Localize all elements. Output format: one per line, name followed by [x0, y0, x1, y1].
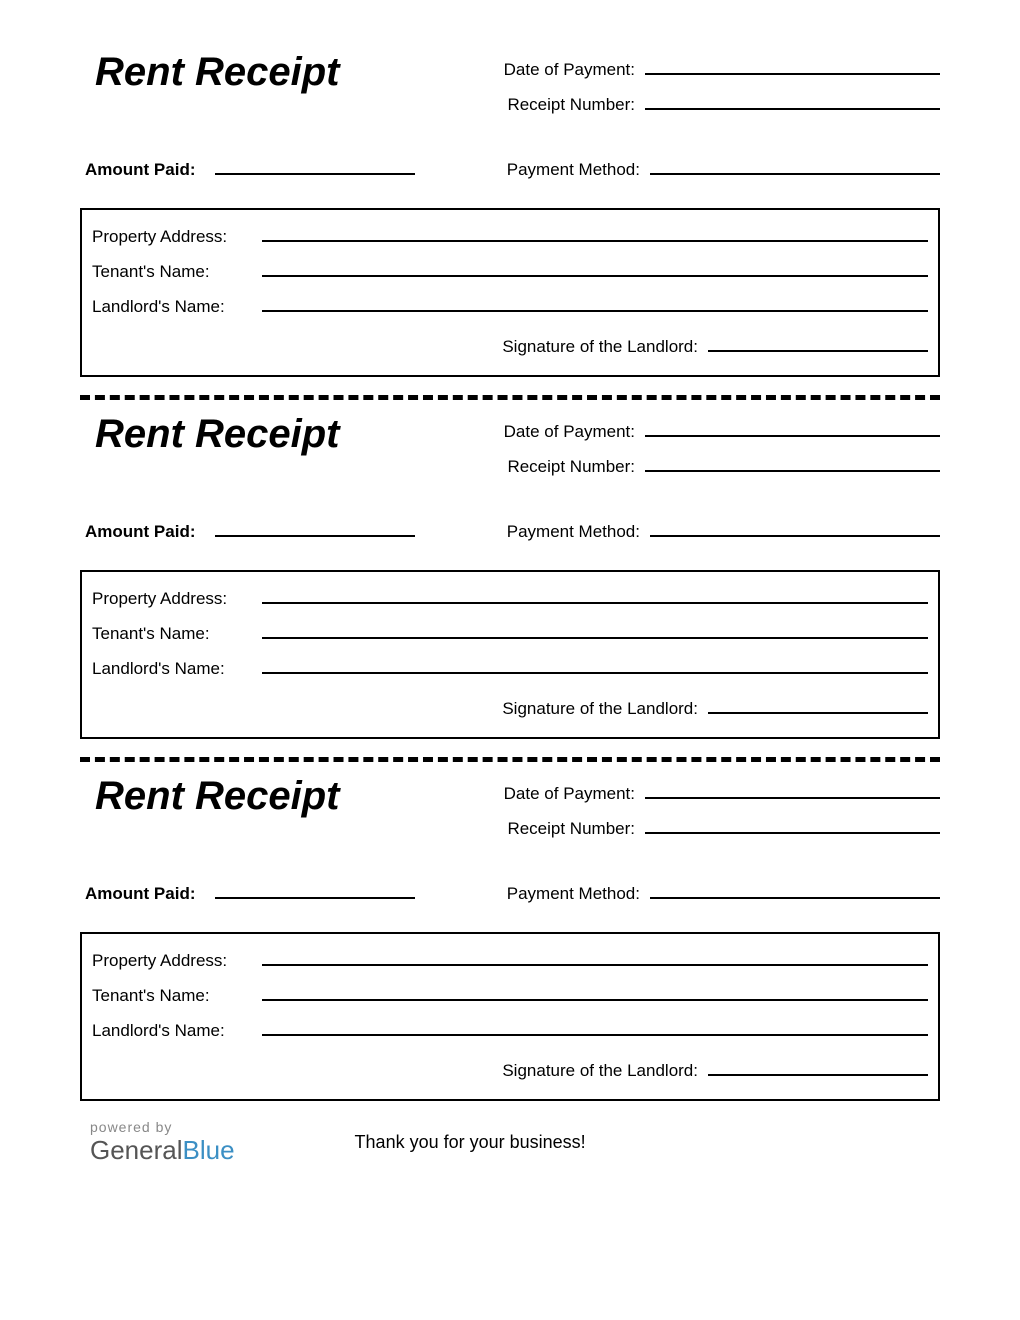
header-fields: Date of Payment: Receipt Number:: [460, 412, 940, 487]
tenant-input-line[interactable]: [262, 619, 928, 639]
property-row: Property Address:: [92, 584, 928, 609]
tenant-label: Tenant's Name:: [92, 986, 262, 1006]
receipt-title: Rent Receipt: [80, 412, 460, 457]
property-label: Property Address:: [92, 227, 262, 247]
thank-you-text: Thank you for your business!: [355, 1132, 586, 1153]
date-field-row: Date of Payment:: [460, 55, 940, 80]
landlord-input-line[interactable]: [262, 1016, 928, 1036]
number-field-row: Receipt Number:: [460, 452, 940, 477]
landlord-label: Landlord's Name:: [92, 1021, 262, 1041]
amount-label: Amount Paid:: [85, 160, 215, 180]
tenant-input-line[interactable]: [262, 981, 928, 1001]
payment-method-label: Payment Method:: [480, 522, 650, 542]
payment-method-input-line[interactable]: [650, 155, 940, 175]
payment-method-input-line[interactable]: [650, 879, 940, 899]
number-label: Receipt Number:: [460, 457, 645, 477]
date-input-line[interactable]: [645, 55, 940, 75]
property-label: Property Address:: [92, 589, 262, 609]
number-input-line[interactable]: [645, 452, 940, 472]
date-label: Date of Payment:: [460, 60, 645, 80]
landlord-row: Landlord's Name:: [92, 654, 928, 679]
signature-row: Signature of the Landlord:: [92, 694, 928, 719]
brand-general: General: [90, 1135, 183, 1165]
footer-logo: powered by GeneralBlue: [80, 1119, 235, 1166]
number-label: Receipt Number:: [460, 95, 645, 115]
date-input-line[interactable]: [645, 417, 940, 437]
header-fields: Date of Payment: Receipt Number:: [460, 774, 940, 849]
tenant-label: Tenant's Name:: [92, 624, 262, 644]
receipt-block-1: Rent Receipt Date of Payment: Receipt Nu…: [80, 50, 940, 400]
landlord-label: Landlord's Name:: [92, 659, 262, 679]
signature-input-line[interactable]: [708, 1056, 928, 1076]
date-input-line[interactable]: [645, 779, 940, 799]
number-input-line[interactable]: [645, 814, 940, 834]
landlord-label: Landlord's Name:: [92, 297, 262, 317]
details-box: Property Address: Tenant's Name: Landlor…: [80, 570, 940, 739]
property-label: Property Address:: [92, 951, 262, 971]
date-field-row: Date of Payment:: [460, 417, 940, 442]
property-row: Property Address:: [92, 222, 928, 247]
amount-input-line[interactable]: [215, 155, 415, 175]
header-row: Rent Receipt Date of Payment: Receipt Nu…: [80, 50, 940, 125]
header-fields: Date of Payment: Receipt Number:: [460, 50, 940, 125]
amount-label: Amount Paid:: [85, 522, 215, 542]
payment-method-input-line[interactable]: [650, 517, 940, 537]
date-label: Date of Payment:: [460, 422, 645, 442]
number-field-row: Receipt Number:: [460, 90, 940, 115]
brand-name: GeneralBlue: [90, 1135, 235, 1166]
tenant-label: Tenant's Name:: [92, 262, 262, 282]
tenant-row: Tenant's Name:: [92, 619, 928, 644]
amount-input-line[interactable]: [215, 517, 415, 537]
landlord-input-line[interactable]: [262, 292, 928, 312]
powered-by-text: powered by: [90, 1119, 235, 1135]
number-label: Receipt Number:: [460, 819, 645, 839]
signature-label: Signature of the Landlord:: [502, 337, 708, 357]
header-row: Rent Receipt Date of Payment: Receipt Nu…: [80, 412, 940, 487]
tenant-row: Tenant's Name:: [92, 981, 928, 1006]
landlord-row: Landlord's Name:: [92, 292, 928, 317]
signature-input-line[interactable]: [708, 694, 928, 714]
amount-label: Amount Paid:: [85, 884, 215, 904]
brand-blue: Blue: [183, 1135, 235, 1165]
details-box: Property Address: Tenant's Name: Landlor…: [80, 208, 940, 377]
date-field-row: Date of Payment:: [460, 779, 940, 804]
divider-line: [80, 395, 940, 400]
signature-input-line[interactable]: [708, 332, 928, 352]
receipt-title: Rent Receipt: [80, 50, 460, 95]
signature-row: Signature of the Landlord:: [92, 1056, 928, 1081]
amount-row: Amount Paid: Payment Method:: [80, 517, 940, 542]
footer: powered by GeneralBlue Thank you for you…: [80, 1119, 940, 1166]
amount-input-line[interactable]: [215, 879, 415, 899]
tenant-input-line[interactable]: [262, 257, 928, 277]
amount-row: Amount Paid: Payment Method:: [80, 155, 940, 180]
date-label: Date of Payment:: [460, 784, 645, 804]
header-row: Rent Receipt Date of Payment: Receipt Nu…: [80, 774, 940, 849]
details-box: Property Address: Tenant's Name: Landlor…: [80, 932, 940, 1101]
divider-line: [80, 757, 940, 762]
property-input-line[interactable]: [262, 946, 928, 966]
receipt-block-3: Rent Receipt Date of Payment: Receipt Nu…: [80, 774, 940, 1101]
payment-method-label: Payment Method:: [480, 160, 650, 180]
property-input-line[interactable]: [262, 584, 928, 604]
receipt-block-2: Rent Receipt Date of Payment: Receipt Nu…: [80, 412, 940, 762]
number-field-row: Receipt Number:: [460, 814, 940, 839]
signature-label: Signature of the Landlord:: [502, 699, 708, 719]
landlord-input-line[interactable]: [262, 654, 928, 674]
number-input-line[interactable]: [645, 90, 940, 110]
landlord-row: Landlord's Name:: [92, 1016, 928, 1041]
tenant-row: Tenant's Name:: [92, 257, 928, 282]
signature-row: Signature of the Landlord:: [92, 332, 928, 357]
signature-label: Signature of the Landlord:: [502, 1061, 708, 1081]
receipt-title: Rent Receipt: [80, 774, 460, 819]
property-input-line[interactable]: [262, 222, 928, 242]
payment-method-label: Payment Method:: [480, 884, 650, 904]
amount-row: Amount Paid: Payment Method:: [80, 879, 940, 904]
property-row: Property Address:: [92, 946, 928, 971]
